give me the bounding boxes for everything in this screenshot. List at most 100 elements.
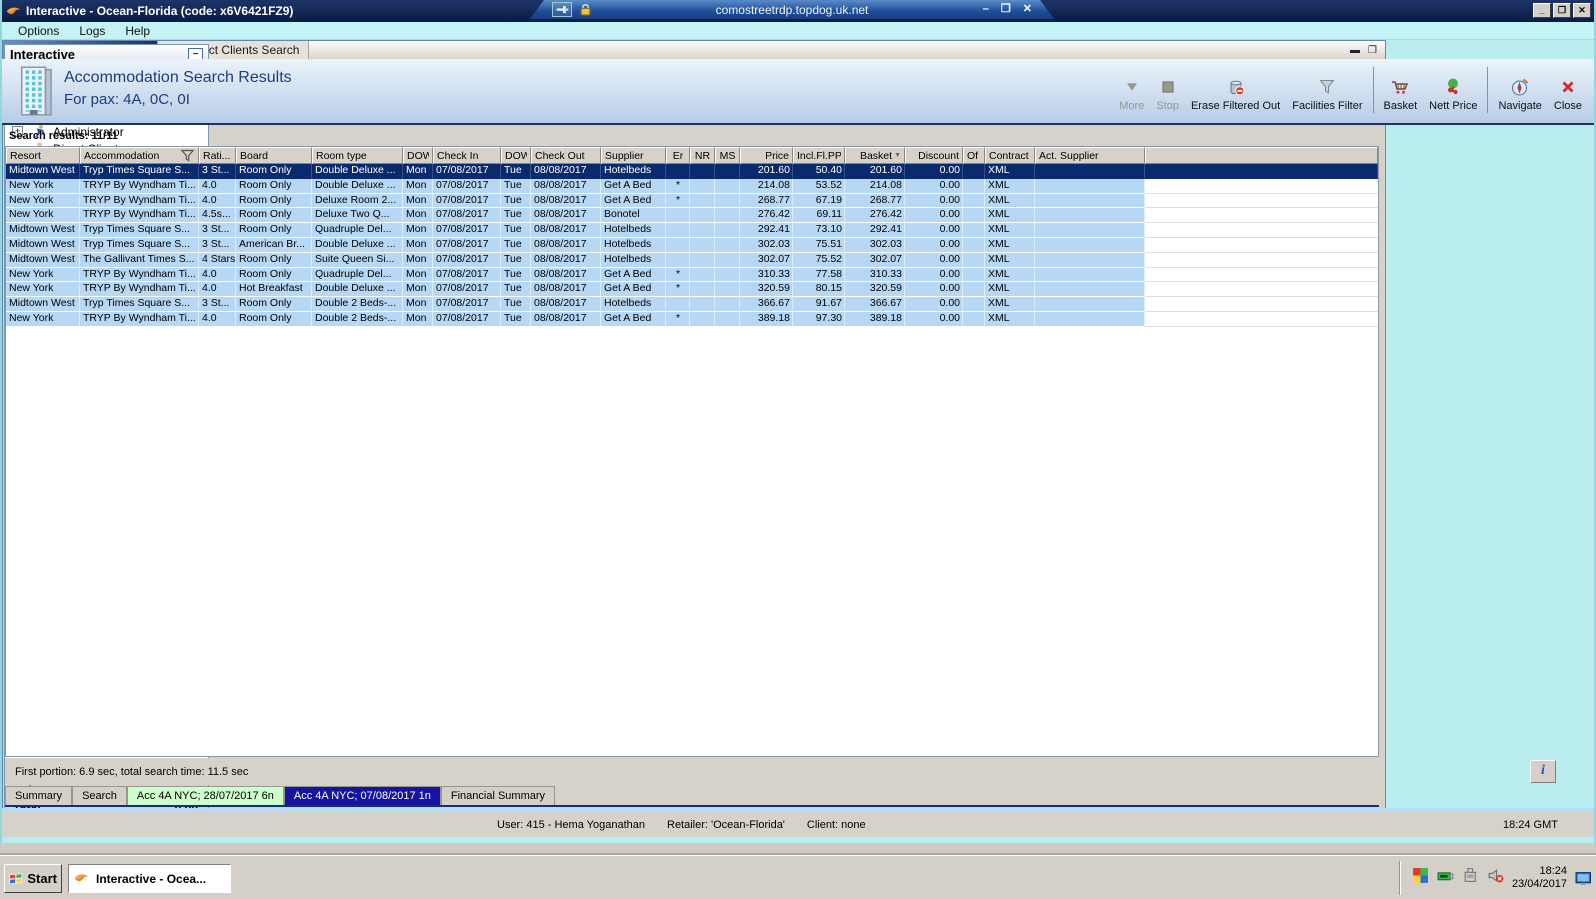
column-header-dow[interactable]: DOW bbox=[403, 147, 433, 164]
column-header-label: MS bbox=[719, 149, 736, 162]
result-row[interactable]: Midtown West Tryp Times Square S... 3 St..… bbox=[6, 237, 1378, 253]
column-header-ms[interactable]: MS bbox=[715, 147, 740, 164]
bottom-tab-acc-4a-nyc-07-08-2017-1n[interactable]: Acc 4A NYC; 07/08/2017 1n bbox=[283, 786, 441, 805]
cell-check-out: 08/08/2017 bbox=[531, 164, 601, 179]
column-header-check-in[interactable]: Check In bbox=[433, 147, 501, 164]
cell-basket: 292.41 bbox=[845, 223, 905, 238]
cell-price: 302.03 bbox=[740, 237, 793, 253]
result-row[interactable]: New York TRYP By Wyndham Ti... 4.0 Hot Brea… bbox=[6, 282, 1378, 298]
tray-network[interactable] bbox=[1437, 867, 1454, 889]
cell-contract: XML bbox=[985, 223, 1035, 238]
toolbar-button-label: Basket bbox=[1383, 100, 1418, 112]
rdp-close-button[interactable]: ✕ bbox=[1023, 2, 1032, 17]
result-row[interactable]: New York TRYP By Wyndham Ti... 4.0 Room Onl… bbox=[6, 178, 1378, 194]
stop-icon-holder bbox=[1158, 76, 1178, 97]
bottom-tab-acc-4a-nyc-28-07-2017-6n[interactable]: Acc 4A NYC; 28/07/2017 6n bbox=[126, 786, 284, 805]
basket-button[interactable]: Basket bbox=[1378, 66, 1424, 114]
facilities-filter-button[interactable]: Facilities Filter bbox=[1286, 66, 1368, 114]
column-header-supplier[interactable]: Supplier bbox=[601, 147, 666, 164]
tray-antivirus[interactable] bbox=[1412, 867, 1429, 889]
cell-discount: 0.00 bbox=[905, 252, 963, 268]
cell-of bbox=[963, 208, 985, 224]
cell-er: * bbox=[666, 193, 690, 209]
cell-of bbox=[963, 164, 985, 179]
filter-icon bbox=[1317, 77, 1337, 97]
cell-nr bbox=[690, 282, 715, 298]
cell-nr bbox=[690, 252, 715, 268]
taskbar-item-interactive[interactable]: Interactive - Ocea... bbox=[68, 864, 231, 893]
status-client: Client: none bbox=[806, 819, 866, 831]
column-header-price[interactable]: Price bbox=[740, 147, 793, 164]
column-header-contract[interactable]: Contract bbox=[985, 147, 1035, 164]
column-header-room-type[interactable]: Room type bbox=[312, 147, 403, 164]
cell-room-type: Double Deluxe ... bbox=[312, 237, 403, 253]
cell-room-type: Quadruple Del... bbox=[312, 267, 403, 283]
bottom-tab-financial-summary[interactable]: Financial Summary bbox=[440, 786, 556, 805]
column-header-accommodation[interactable]: Accommodation bbox=[80, 147, 199, 164]
cell-of bbox=[963, 267, 985, 283]
cell-dow: Tue bbox=[501, 237, 531, 253]
tray-volume-muted[interactable] bbox=[1487, 867, 1504, 889]
result-row[interactable]: Midtown West Tryp Times Square S... 3 St..… bbox=[6, 164, 1378, 179]
panel-restore-icon[interactable]: ❐ bbox=[1368, 45, 1377, 56]
result-row[interactable]: Midtown West The Gallivant Times S... 4 St… bbox=[6, 252, 1378, 268]
cell-incl-fl-pp: 53.52 bbox=[793, 178, 845, 194]
cell-basket: 389.18 bbox=[845, 311, 905, 327]
windows-logo-icon bbox=[9, 871, 23, 886]
tray-usb[interactable] bbox=[1462, 867, 1479, 889]
menu-options[interactable]: Options bbox=[8, 23, 69, 39]
cell-er: * bbox=[666, 282, 690, 298]
bottom-tab-search[interactable]: Search bbox=[72, 786, 127, 805]
close-button[interactable]: ✕ bbox=[1573, 3, 1591, 18]
column-header-board[interactable]: Board bbox=[236, 147, 312, 164]
rdp-minimize-button[interactable]: – bbox=[983, 2, 989, 17]
cell-of bbox=[963, 252, 985, 268]
menu-help[interactable]: Help bbox=[115, 23, 160, 39]
bottom-tab-summary[interactable]: Summary bbox=[5, 786, 73, 805]
column-header-label: Contract bbox=[989, 149, 1029, 162]
column-header-incl-fl-pp[interactable]: Incl.Fl.PP bbox=[793, 147, 845, 164]
bottom-tabstrip: Summary Search Acc 4A NYC; 28/07/2017 6n Ac… bbox=[5, 786, 1379, 807]
minimize-button[interactable]: _ bbox=[1533, 3, 1551, 18]
menu-logs[interactable]: Logs bbox=[69, 23, 115, 39]
panel-minimize-icon[interactable]: ▬ bbox=[1350, 45, 1360, 56]
column-header-nr[interactable]: NR bbox=[690, 147, 715, 164]
cell-filler bbox=[1145, 297, 1378, 312]
result-row[interactable]: Midtown West Tryp Times Square S... 3 St..… bbox=[6, 223, 1378, 238]
column-header-discount[interactable]: Discount bbox=[905, 147, 963, 164]
column-header-check-out[interactable]: Check Out bbox=[531, 147, 601, 164]
maximize-button[interactable]: ❐ bbox=[1553, 3, 1571, 18]
result-row[interactable]: New York TRYP By Wyndham Ti... 4.0 Room Onl… bbox=[6, 311, 1378, 327]
column-header-of[interactable]: Of bbox=[963, 147, 985, 164]
cell-supplier: Get A Bed bbox=[601, 267, 666, 283]
cell-ms bbox=[715, 164, 740, 179]
cell-dow: Tue bbox=[501, 178, 531, 194]
cell-discount: 0.00 bbox=[905, 164, 963, 179]
column-header-act-supplier[interactable]: Act. Supplier bbox=[1035, 147, 1145, 164]
result-row[interactable]: New York TRYP By Wyndham Ti... 4.5s... Room… bbox=[6, 208, 1378, 224]
cell-contract: XML bbox=[985, 178, 1035, 194]
cell-dow: Mon bbox=[403, 252, 433, 268]
cell-nr bbox=[690, 311, 715, 327]
cell-rati: 4.0 bbox=[199, 311, 236, 327]
clock-date: 23/04/2017 bbox=[1511, 878, 1567, 890]
column-header-rati[interactable]: Rati... bbox=[199, 147, 236, 164]
result-row[interactable]: New York TRYP By Wyndham Ti... 4.0 Room Onl… bbox=[6, 267, 1378, 283]
result-row[interactable]: New York TRYP By Wyndham Ti... 4.0 Room Onl… bbox=[6, 193, 1378, 209]
column-header-dow[interactable]: DOW bbox=[501, 147, 531, 164]
results-table: Resort Accommodation Rati... Board Room type… bbox=[5, 146, 1379, 757]
cell-filler bbox=[1145, 267, 1378, 283]
column-header-basket[interactable]: Basket ▼ bbox=[845, 147, 905, 164]
result-row[interactable]: Midtown West Tryp Times Square S... 3 St..… bbox=[6, 297, 1378, 312]
cell-supplier: Get A Bed bbox=[601, 193, 666, 209]
erase-icon bbox=[1226, 77, 1246, 97]
column-header-resort[interactable]: Resort bbox=[6, 147, 80, 164]
start-button[interactable]: Start bbox=[4, 864, 62, 893]
cell-basket: 310.33 bbox=[845, 267, 905, 283]
rdp-restore-button[interactable]: ❐ bbox=[1001, 2, 1011, 17]
document-tabstrip: Book. ref.: <none>✕Direct Clients Search… bbox=[3, 41, 1385, 60]
erase-filtered-out-button[interactable]: Erase Filtered Out bbox=[1185, 66, 1286, 114]
column-header-label: Basket bbox=[859, 149, 893, 162]
cell-of bbox=[963, 282, 985, 298]
column-header-er[interactable]: Er bbox=[666, 147, 690, 164]
